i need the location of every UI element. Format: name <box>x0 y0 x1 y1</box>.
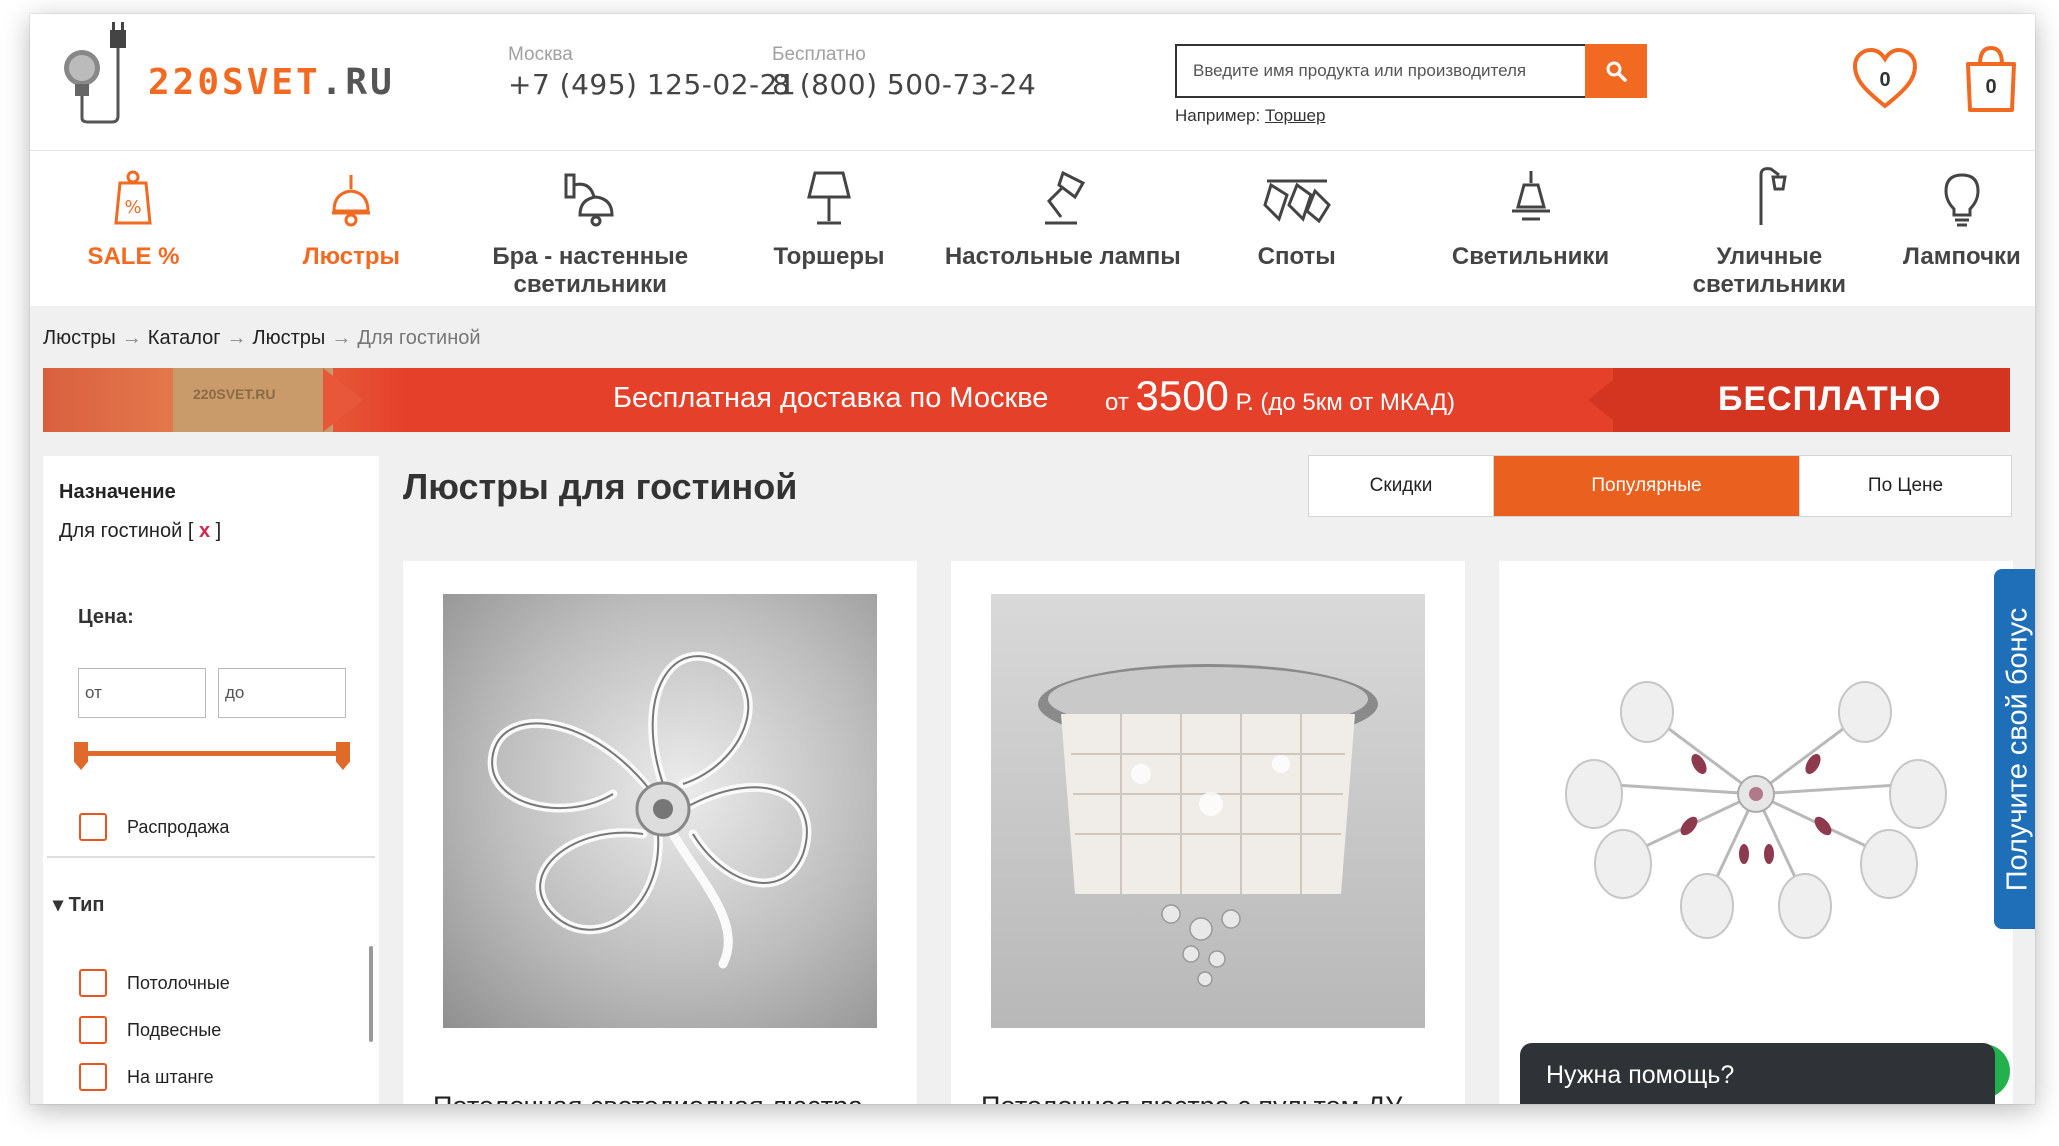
price-to-input[interactable] <box>218 668 346 718</box>
led-chandelier-image <box>487 651 812 969</box>
price-range-min-handle[interactable] <box>74 742 88 770</box>
category-nav: % SALE % Люстры Бра - настенные светильн… <box>30 151 2035 306</box>
product-name[interactable]: Потолочная люстра с пультом ДУ <box>981 1091 1402 1104</box>
sort-price-button[interactable]: По Цене <box>1799 456 2011 516</box>
site-logo[interactable]: 220SVET.RU <box>48 22 392 134</box>
sale-tag-icon: % <box>114 170 153 225</box>
help-chat-button[interactable]: Нужна помощь? <box>1520 1043 1995 1104</box>
floor-lamp-icon <box>807 171 851 225</box>
logo-text: 220SVET.RU <box>148 62 395 103</box>
product-image[interactable] <box>443 594 877 1028</box>
product-card[interactable] <box>1499 561 2013 1104</box>
product-card[interactable]: Потолочная люстра с пультом ДУ <box>951 561 1465 1104</box>
nav-item-wall-lamps[interactable]: Бра - настенные светильники <box>466 151 715 306</box>
search-hint-example[interactable]: Торшер <box>1265 106 1326 125</box>
nav-label: Торшеры <box>773 243 885 270</box>
cart-count: 0 <box>1985 76 1997 98</box>
nav-item-street-lamps[interactable]: Уличные светильники <box>1650 151 1889 306</box>
phone-label: Бесплатно <box>772 44 866 65</box>
phone-number[interactable]: +7 (495) 125-02-21 <box>508 68 796 101</box>
site-header: 220SVET.RU Москва +7 (495) 125-02-21 Бес… <box>30 14 2035 151</box>
sale-checkbox[interactable] <box>79 813 107 841</box>
type-checkbox[interactable] <box>79 1063 107 1091</box>
nav-label: Уличные светильники <box>1692 243 1847 298</box>
ceiling-light-icon <box>1511 171 1550 221</box>
page-title: Люстры для гостиной <box>403 466 798 507</box>
active-filter: Для гостиной [ x ] <box>59 520 222 542</box>
favorites-button[interactable]: 0 <box>1850 44 1920 114</box>
favorites-count: 0 <box>1879 69 1891 91</box>
price-range-max-handle[interactable] <box>336 742 350 770</box>
svg-text:%: % <box>125 197 142 218</box>
bulb-icon <box>1944 173 1980 227</box>
nav-item-desk-lamps[interactable]: Настольные лампы <box>943 151 1182 306</box>
type-checkbox-label: На штанге <box>127 1067 214 1087</box>
desk-lamp-icon <box>1044 170 1085 225</box>
filter-purpose-title: Назначение <box>59 481 176 503</box>
spot-light-icon <box>1262 179 1331 224</box>
phone-number[interactable]: 8 (800) 500-73-24 <box>772 68 1036 101</box>
nav-label: Лампочки <box>1902 243 2021 270</box>
product-image[interactable] <box>1539 594 1973 1028</box>
price-range-track <box>81 751 343 756</box>
nav-item-ceiling-lights[interactable]: Светильники <box>1411 151 1650 306</box>
breadcrumb-link[interactable]: Люстры <box>43 327 116 349</box>
product-card[interactable]: Потолочная светодиодная люстра <box>403 561 917 1104</box>
search-button[interactable] <box>1585 44 1647 98</box>
search-input[interactable] <box>1175 44 1585 98</box>
type-checkbox[interactable] <box>79 1016 107 1044</box>
banner-text: Бесплатная доставка по Москве <box>613 382 1049 414</box>
sort-tabs: Скидки Популярные По Цене <box>1308 455 2012 517</box>
wall-lamp-icon <box>564 173 614 227</box>
cart-button[interactable]: 0 <box>1956 44 2026 114</box>
breadcrumb-link[interactable]: Каталог <box>148 327 221 349</box>
price-filter-title: Цена: <box>78 606 134 628</box>
browser-page: 220SVET.RU Москва +7 (495) 125-02-21 Бес… <box>30 14 2035 1104</box>
chandelier-icon <box>332 175 371 227</box>
remove-filter-icon[interactable]: x <box>199 520 210 542</box>
sort-popular-button[interactable]: Популярные <box>1493 456 1799 516</box>
nav-label: Бра - настенные светильники <box>492 243 689 298</box>
crystal-chandelier-image <box>1038 664 1378 987</box>
shade-chandelier-image <box>1565 681 1947 939</box>
sort-discounts-button[interactable]: Скидки <box>1309 456 1493 516</box>
nav-item-spots[interactable]: Споты <box>1182 151 1411 306</box>
nav-item-chandeliers[interactable]: Люстры <box>237 151 466 306</box>
nav-item-floor-lamps[interactable]: Торшеры <box>715 151 944 306</box>
phone-moscow[interactable]: Москва +7 (495) 125-02-21 <box>508 44 796 101</box>
type-filter-toggle[interactable]: ▾ Тип <box>53 892 104 917</box>
phone-free[interactable]: Бесплатно 8 (800) 500-73-24 <box>772 44 1036 101</box>
phone-label: Москва <box>508 44 573 65</box>
nav-item-sale[interactable]: % SALE % <box>30 151 237 306</box>
search-icon <box>1606 61 1627 82</box>
banner-price: от 3500 Р. (до 5км от МКАД) <box>1105 372 1455 419</box>
bulb-plug-logo-icon <box>64 22 126 124</box>
type-checkbox[interactable] <box>79 969 107 997</box>
carton-box-image: 220SVET.RU <box>173 368 333 432</box>
nav-label: Споты <box>1257 243 1336 270</box>
type-checkbox-label: Потолочные <box>127 973 230 993</box>
breadcrumb: Люстры → Каталог → Люстры → Для гостиной <box>43 327 481 349</box>
product-image[interactable] <box>991 594 1425 1028</box>
nav-item-bulbs[interactable]: Лампочки <box>1889 151 2035 306</box>
search-hint: Например: Торшер <box>1175 106 1326 125</box>
product-name[interactable]: Потолочная светодиодная люстра <box>433 1091 863 1104</box>
nav-label: Светильники <box>1451 243 1610 270</box>
price-from-input[interactable] <box>78 668 206 718</box>
street-lamp-icon <box>1759 167 1788 225</box>
breadcrumb-current: Для гостиной <box>357 327 481 349</box>
banner-free-label: БЕСПЛАТНО <box>1718 380 1942 418</box>
nav-label: SALE % <box>87 243 180 270</box>
sale-checkbox-label: Распродажа <box>127 817 230 837</box>
nav-label: Настольные лампы <box>944 243 1181 270</box>
type-checkbox-label: Подвесные <box>127 1020 222 1040</box>
nav-label: Люстры <box>302 243 401 270</box>
free-delivery-banner[interactable]: 220SVET.RU Бесплатная доставка по Москве… <box>43 368 2010 432</box>
bonus-tab[interactable]: Получите свой бонус <box>1994 569 2035 929</box>
breadcrumb-link[interactable]: Люстры <box>253 327 326 349</box>
filter-sidebar: Назначение Для гостиной [ x ] Цена: Расп… <box>43 456 379 1104</box>
sidebar-scrollbar[interactable] <box>369 946 373 1042</box>
